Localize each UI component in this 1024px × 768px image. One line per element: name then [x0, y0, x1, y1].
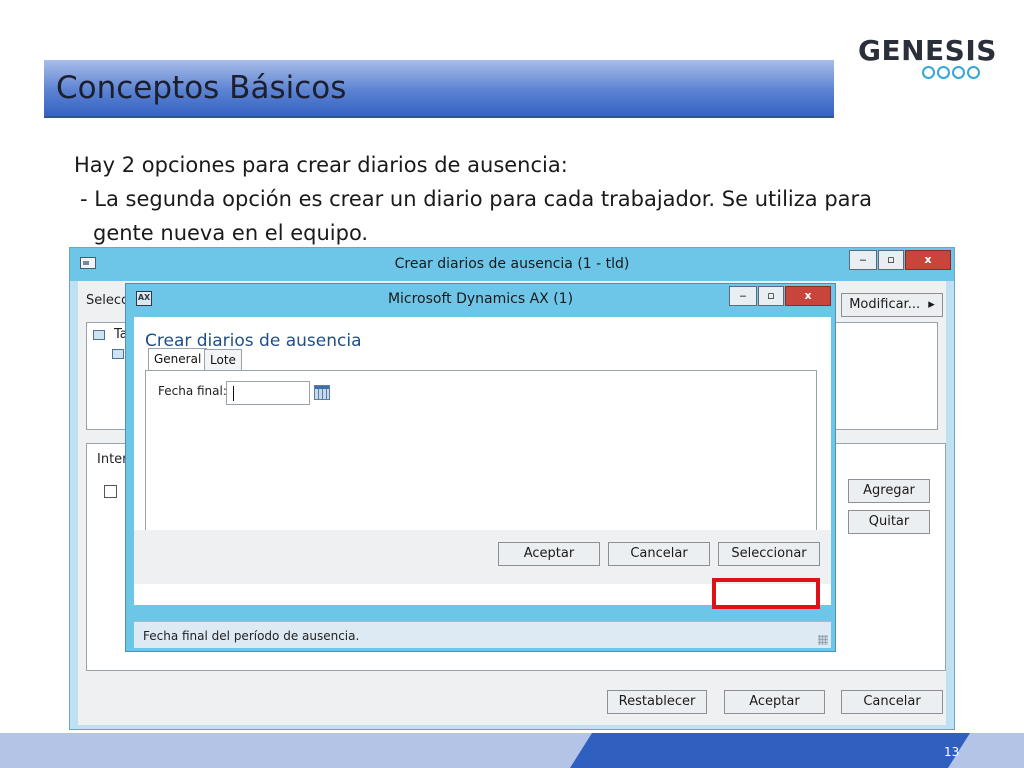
dialog-titlebar[interactable]: AX Microsoft Dynamics AX (1) ‒ ▫ x — [126, 284, 835, 315]
body-line-3: gente nueva en el equipo. — [93, 221, 369, 245]
end-date-input[interactable] — [226, 381, 310, 405]
genesis-logo: GENESIS — [858, 34, 997, 84]
main-window-titlebar[interactable]: Crear diarios de ausencia (1 - tld) ‒ ▫ … — [70, 248, 954, 281]
main-window-title: Crear diarios de ausencia (1 - tld) — [394, 256, 630, 272]
dialog-cancel-button[interactable]: Cancelar — [608, 542, 710, 566]
cancel-button[interactable]: Cancelar — [841, 690, 943, 714]
logo-rings-icon — [922, 66, 980, 79]
add-button[interactable]: Agregar — [848, 479, 930, 503]
resize-grip-icon[interactable] — [818, 635, 828, 645]
select-button-highlight — [712, 578, 820, 609]
slide-body-text: Hay 2 opciones para crear diarios de aus… — [74, 148, 872, 250]
modify-button-label: Modificar... — [849, 297, 921, 312]
remove-button[interactable]: Quitar — [848, 510, 930, 534]
tree-table-icon — [112, 349, 124, 359]
calendar-icon[interactable] — [314, 385, 330, 400]
slide-title-bar: Conceptos Básicos — [44, 60, 834, 118]
chevron-right-icon: ▸ — [928, 297, 935, 312]
maximize-button[interactable]: ▫ — [878, 250, 904, 270]
slide-title: Conceptos Básicos — [56, 70, 347, 106]
dialog-button-bar: Aceptar Cancelar Seleccionar — [134, 530, 831, 584]
modify-button[interactable]: Modificar... ▸ — [841, 293, 943, 317]
dialog-minimize-button[interactable]: ‒ — [729, 286, 757, 306]
status-text: Fecha final del período de ausencia. — [143, 629, 360, 643]
body-line-2: - La segunda opción es crear un diario p… — [80, 187, 873, 211]
dialog-close-button[interactable]: x — [785, 286, 831, 306]
accept-button[interactable]: Aceptar — [724, 690, 825, 714]
end-date-label: Fecha final: — [158, 384, 227, 398]
general-tab-panel: Fecha final: — [145, 370, 817, 538]
row-checkbox[interactable] — [104, 485, 117, 498]
minimize-button[interactable]: ‒ — [849, 250, 877, 270]
tree-node-icon — [93, 330, 105, 340]
dialog-status-bar: Fecha final del período de ausencia. — [134, 621, 831, 648]
body-line-1: Hay 2 opciones para crear diarios de aus… — [74, 153, 568, 177]
text-caret — [233, 386, 234, 401]
select-button[interactable]: Seleccionar — [718, 542, 820, 566]
close-button[interactable]: x — [905, 250, 951, 270]
page-number: 13 — [944, 745, 960, 759]
reset-button[interactable]: Restablecer — [607, 690, 707, 714]
dialog-maximize-button[interactable]: ▫ — [758, 286, 784, 306]
dialog-accept-button[interactable]: Aceptar — [498, 542, 600, 566]
tab-general[interactable]: General — [148, 348, 208, 371]
slide-footer-accent — [570, 733, 970, 768]
tab-lote[interactable]: Lote — [204, 349, 242, 371]
logo-text: GENESIS — [858, 34, 997, 67]
